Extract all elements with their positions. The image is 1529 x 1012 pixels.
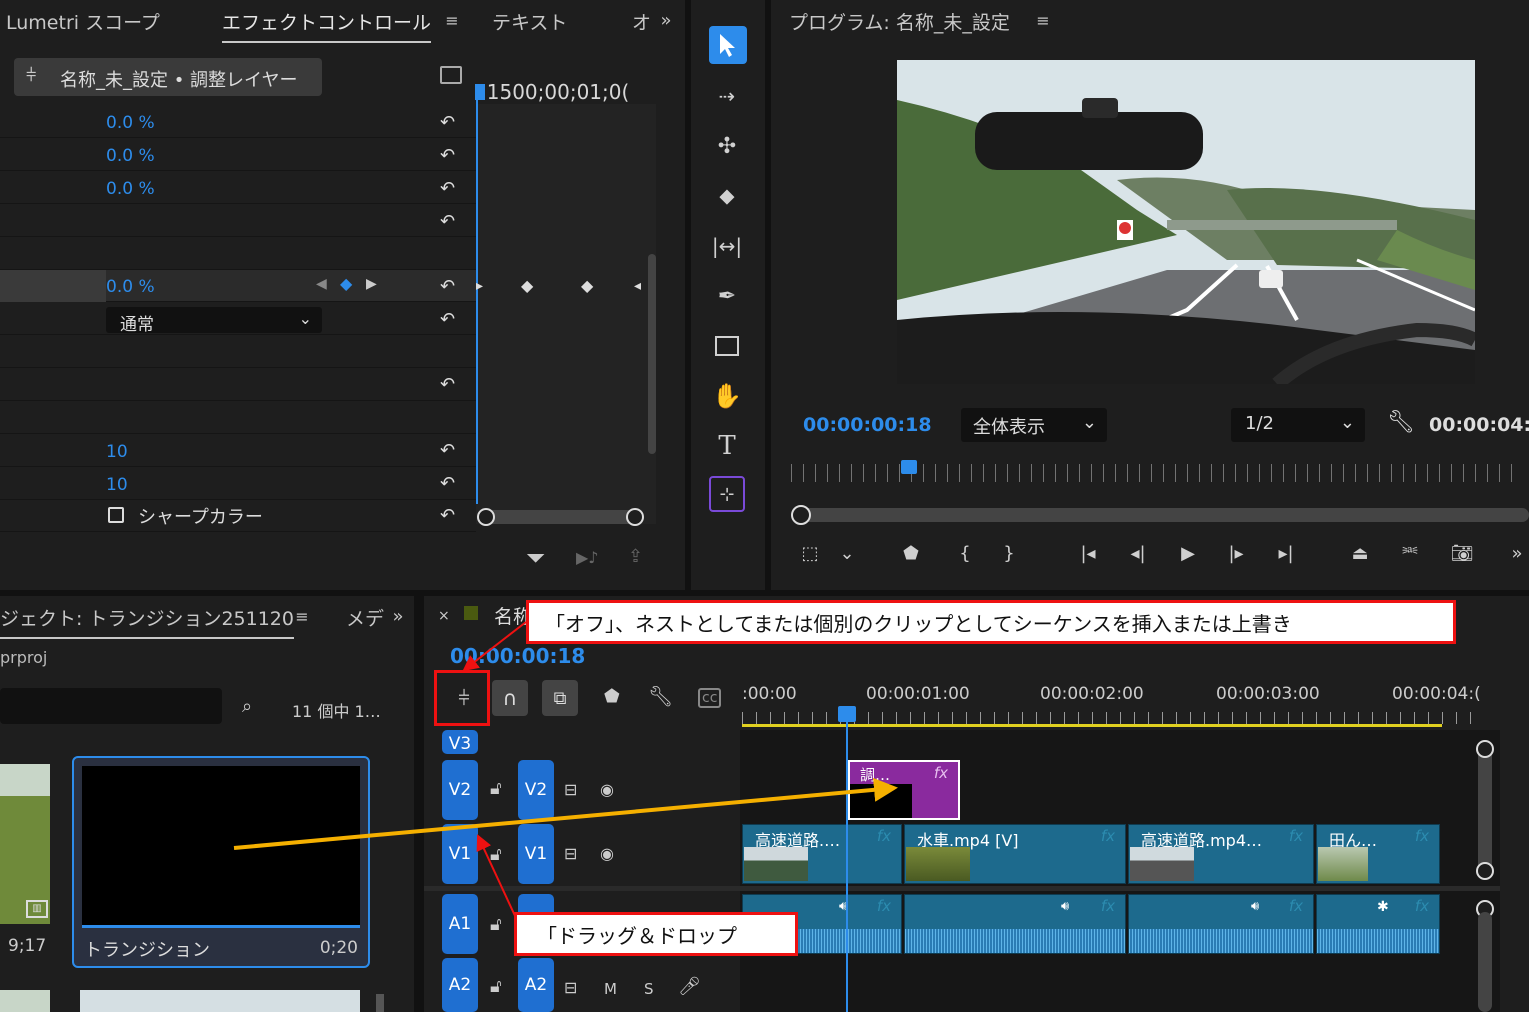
annotation-arrows <box>233 621 898 919</box>
arrow-to-v1-track <box>476 834 517 919</box>
arrow-to-nest-toggle <box>462 621 527 672</box>
arrow-drag-drop <box>233 777 898 850</box>
